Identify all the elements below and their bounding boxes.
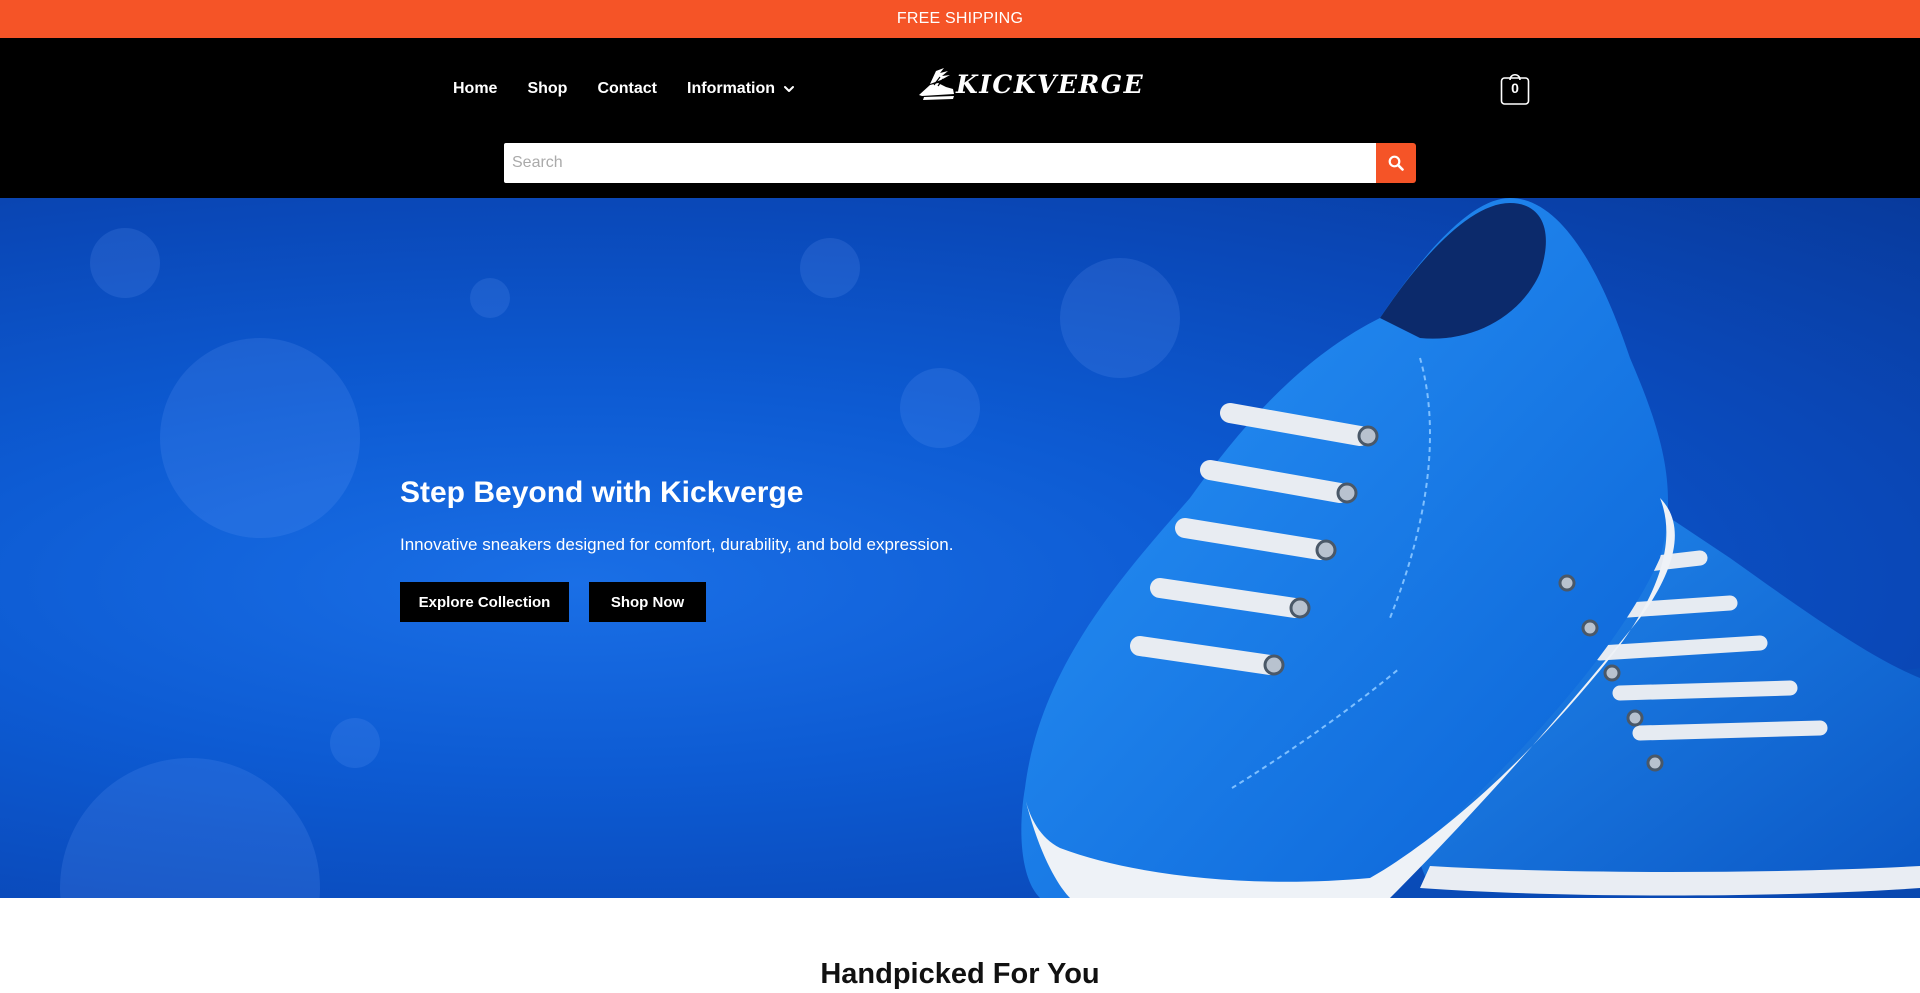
nav-item-label: Information <box>687 80 776 97</box>
logo-text: KICKVERGE <box>956 69 1145 99</box>
button-label: Explore Collection <box>418 593 551 611</box>
announcement-bar: FREE SHIPPING <box>0 0 1920 38</box>
nav-item-label: Shop <box>527 80 568 97</box>
hero-banner: Step Beyond with Kickverge Innovative sn… <box>0 198 1920 898</box>
search-button[interactable] <box>1376 143 1416 183</box>
nav-item-home[interactable]: Home <box>453 80 497 98</box>
nav-item-contact[interactable]: Contact <box>597 80 657 98</box>
site-logo[interactable]: KICKVERGE <box>916 64 1144 104</box>
nav-item-information[interactable]: Information <box>687 80 795 98</box>
nav-item-shop[interactable]: Shop <box>527 80 567 98</box>
chevron-down-icon <box>784 86 795 92</box>
hero-title: Step Beyond with Kickverge <box>400 476 804 509</box>
cart-button[interactable]: 0 <box>1500 68 1530 106</box>
announcement-text: FREE SHIPPING <box>896 10 1024 27</box>
sneakers-image <box>1021 198 1920 898</box>
main-nav: Home Shop Contact Information <box>453 80 825 98</box>
winged-shoe-icon <box>919 68 954 100</box>
explore-collection-button[interactable]: Explore Collection <box>400 582 569 622</box>
nav-item-label: Contact <box>597 80 658 97</box>
shop-now-button[interactable]: Shop Now <box>589 582 706 622</box>
cart-count: 0 <box>1511 80 1519 96</box>
search-bar <box>504 143 1416 183</box>
search-icon <box>1388 155 1404 171</box>
site-header: Home Shop Contact Information KICKVERGE <box>0 38 1920 198</box>
button-label: Shop Now <box>610 593 685 611</box>
nav-item-label: Home <box>453 80 498 97</box>
hero-subtitle: Innovative sneakers designed for comfort… <box>400 535 954 554</box>
search-input[interactable] <box>504 143 1376 183</box>
section-title: Handpicked For You <box>820 958 1100 990</box>
